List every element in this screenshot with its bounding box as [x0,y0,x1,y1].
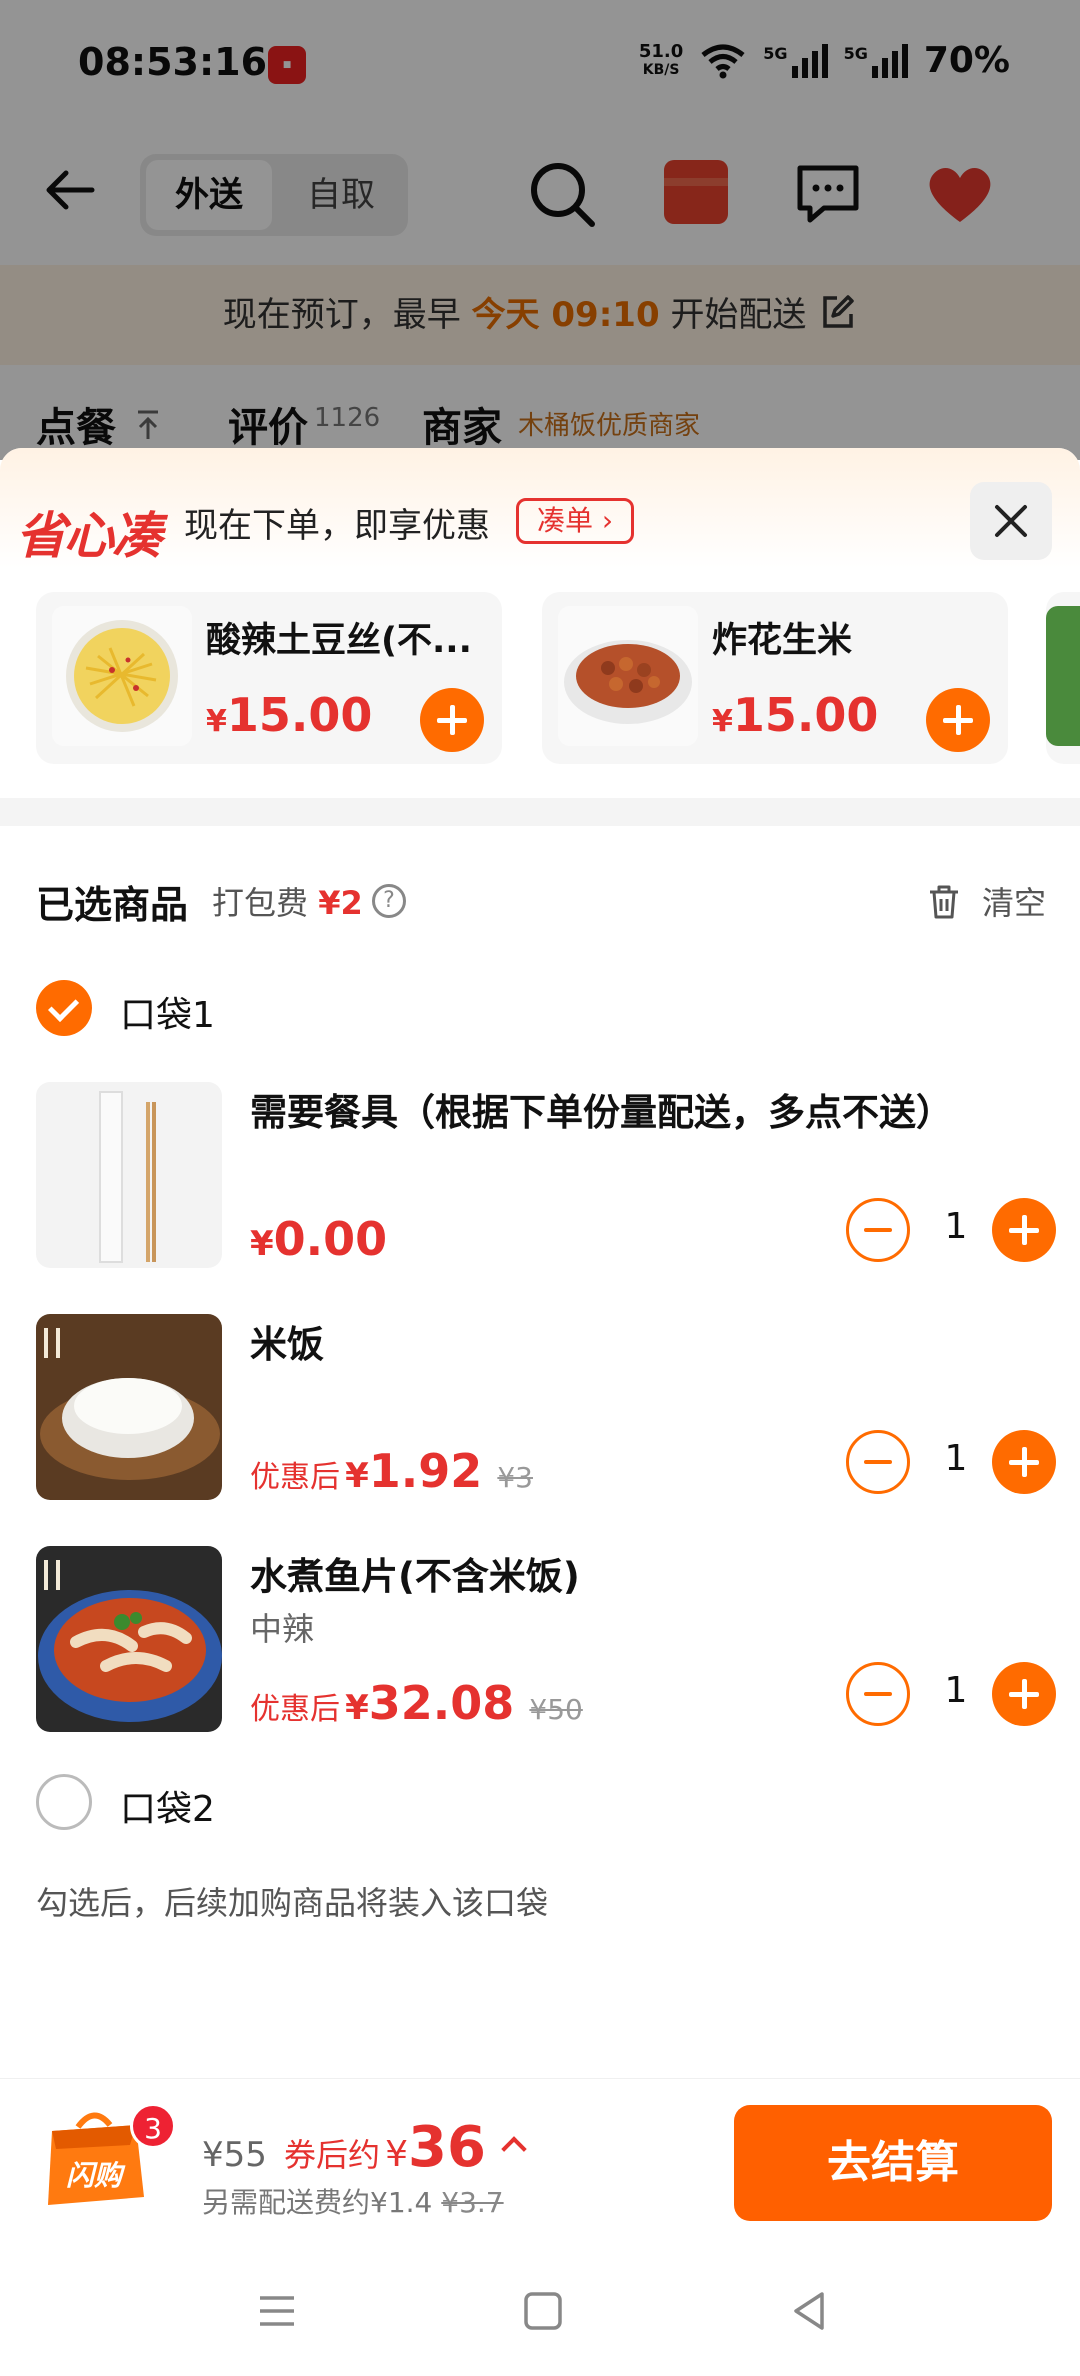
selected-items-title: 已选商品 [36,883,189,927]
decrease-qty-button[interactable] [846,1198,910,1262]
section-divider [0,798,1080,826]
promo-product-name: 炸花生米 [712,621,853,661]
close-button[interactable] [970,482,1052,560]
item-name: 需要餐具（根据下单份量配送，多点不送） [250,1091,953,1134]
item-original-price: ¥3 [497,1461,533,1494]
bag-1-checkbox[interactable] [36,980,92,1036]
decrease-qty-button[interactable] [846,1662,910,1726]
help-icon[interactable]: ? [372,884,406,918]
close-icon [995,505,1027,537]
item-quantity: 1 [944,1438,968,1479]
system-nav-bar [0,2250,1080,2376]
item-price: 优惠后 ¥32.08 ¥50 [250,1676,583,1730]
promo-bundle: 省心凑 现在下单，即享优惠 凑单 › 酸辣土豆丝(不... ¥15.00 炸花生… [0,448,1080,798]
checkout-bar: 闪购 3 ¥55 券后约 ¥36 另需配送费约¥1.4 ¥3.7 去结算 [0,2078,1080,2228]
promo-product-card-partial[interactable] [1046,592,1080,764]
bag-2-row[interactable]: 口袋2 [36,1774,636,1834]
delivery-fee: 另需配送费约¥1.4 ¥3.7 [202,2186,504,2219]
promo-product-name: 酸辣土豆丝(不... [206,621,472,661]
promo-text: 现在下单，即享优惠 [184,506,490,546]
cart-count-badge: 3 [130,2103,176,2149]
item-quantity: 1 [944,1206,968,1247]
item-price: 优惠后 ¥1.92 ¥3 [250,1444,533,1498]
cart-item: 需要餐具（根据下单份量配送，多点不送） ¥0.00 1 [36,1082,1056,1268]
order-total[interactable]: ¥55 券后约 ¥36 [202,2115,527,2180]
item-name: 水煮鱼片(不含米饭) [250,1555,580,1598]
promo-product-price: ¥15.00 [206,688,373,742]
add-on-button[interactable]: 凑单 › [516,498,635,544]
bag-2-label: 口袋2 [120,1789,215,1830]
item-spec: 中辣 [250,1610,315,1648]
cart-item: 米饭 优惠后 ¥1.92 ¥3 1 [36,1314,1056,1500]
rice-image [36,1314,222,1500]
decrease-qty-button[interactable] [846,1430,910,1494]
item-name: 米饭 [250,1323,324,1366]
item-quantity: 1 [944,1670,968,1711]
trash-icon[interactable] [924,882,964,922]
boiled-fish-image [36,1546,222,1732]
clear-cart-button[interactable]: 清空 [982,878,1046,924]
back-icon[interactable] [784,2286,834,2336]
discounted-total: 36 [408,2115,486,2180]
home-icon[interactable] [518,2286,568,2336]
item-price: ¥0.00 [250,1212,388,1266]
menu-icon[interactable] [252,2286,302,2336]
greens-image [1046,606,1080,746]
promo-product-card[interactable]: 酸辣土豆丝(不... ¥15.00 [36,592,502,764]
packing-fee: 打包费 ¥2 [212,884,363,922]
add-promo-product-button[interactable] [420,688,484,752]
chopsticks-image [36,1082,222,1268]
dim-overlay[interactable] [0,0,1080,460]
checkout-button[interactable]: 去结算 [734,2105,1052,2221]
increase-qty-button[interactable] [992,1662,1056,1726]
increase-qty-button[interactable] [992,1430,1056,1494]
add-promo-product-button[interactable] [926,688,990,752]
bag-1-label: 口袋1 [120,995,215,1036]
chevron-up-icon[interactable] [501,2136,527,2162]
fried-peanuts-image [558,606,698,746]
promo-product-card[interactable]: 炸花生米 ¥15.00 [542,592,1008,764]
background-page: 08:53:16 ■ 51.0 KB/S 5G 5G 70% 外送 自取 现在预… [0,0,1080,460]
original-total: ¥55 [202,2135,267,2175]
selected-items-header: 已选商品 打包费 ¥2 ? 清空 [36,874,1046,934]
bag-hint-text: 勾选后，后续加购商品将装入该口袋 [36,1884,549,1922]
item-original-price: ¥50 [529,1693,583,1726]
bag-1-row[interactable]: 口袋1 [36,980,636,1040]
cart-item: 水煮鱼片(不含米饭) 中辣 优惠后 ¥32.08 ¥50 1 [36,1546,1056,1732]
increase-qty-button[interactable] [992,1198,1056,1262]
potato-shreds-image [52,606,192,746]
svg-text:闪购: 闪购 [66,2159,126,2192]
promo-logo: 省心凑 [16,507,162,565]
bag-2-checkbox[interactable] [36,1774,92,1830]
promo-product-price: ¥15.00 [712,688,879,742]
